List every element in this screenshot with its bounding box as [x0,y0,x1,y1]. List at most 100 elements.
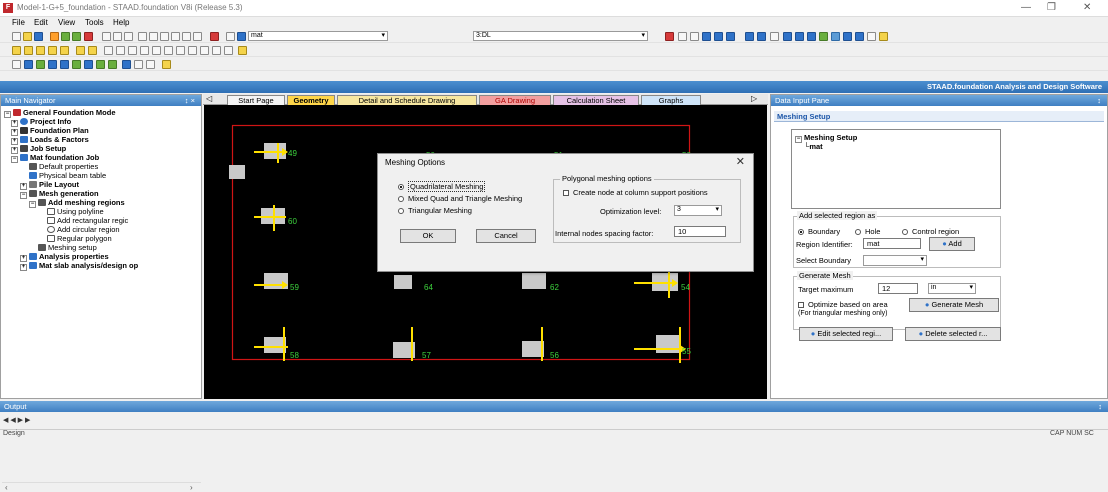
tree-item-mesh-generation[interactable]: − Mesh generation [20,189,99,199]
tree-item-job-setup[interactable]: + Job Setup [11,144,66,154]
radio-boundary[interactable]: Boundary [798,227,840,236]
menu-view[interactable]: View [58,18,75,27]
tree-child-mat[interactable]: └mat [804,142,823,151]
create-node-checkbox[interactable]: Create node at column support positions [563,188,708,197]
chart-3-icon[interactable] [807,32,816,41]
radio-hole[interactable]: Hole [855,227,880,236]
report-icon[interactable] [162,60,171,69]
beam-icon[interactable] [24,60,33,69]
scroll-left-icon[interactable]: ‹ [5,483,8,492]
paste-icon[interactable] [124,32,133,41]
circle-icon[interactable] [134,60,143,69]
tree-item-loads-factors[interactable]: + Loads & Factors [11,135,89,145]
cut-icon[interactable] [102,32,111,41]
tree-item-physical-beam-table[interactable]: Physical beam table [29,171,106,180]
tree-item-general-mode[interactable]: − General Foundation Mode [4,108,116,118]
tree-item-add-circular-region[interactable]: Add circular region [47,225,120,234]
redo-icon[interactable] [149,32,158,41]
tree-item-mat-slab-analysis[interactable]: + Mat slab analysis/design op [20,261,138,271]
chart-2-icon[interactable] [795,32,804,41]
radio-quadrilateral[interactable]: Quadrilateral Meshing [398,181,486,192]
region-icon[interactable] [108,60,117,69]
edit-selected-region-button[interactable]: ● Edit selected regi... [799,327,893,341]
tree-item-foundation-plan[interactable]: + Foundation Plan [11,126,89,136]
check-icon[interactable] [867,32,876,41]
job-select[interactable]: mat [248,31,388,41]
shape-icon[interactable] [122,60,131,69]
tree-item-regular-polygon[interactable]: Regular polygon [47,234,112,243]
menu-edit[interactable]: Edit [34,18,48,27]
view-tool-5-icon[interactable] [714,32,723,41]
dialog-close-icon[interactable]: ✕ [736,155,745,168]
new-file-icon[interactable] [12,32,21,41]
radio-mixed-quad-triangle[interactable]: Mixed Quad and Triangle Meshing [398,194,522,203]
line-icon[interactable] [770,32,779,41]
view-side-icon[interactable] [48,46,57,55]
mat-icon[interactable] [237,32,246,41]
rotate-x-icon[interactable] [104,46,113,55]
print-preview-icon[interactable] [171,32,180,41]
pan-icon[interactable] [224,46,233,55]
rotate-z-icon[interactable] [128,46,137,55]
tab-scroll-left-icon[interactable]: ◁ [206,94,212,103]
view-tool-icon[interactable] [665,32,674,41]
scroll-right-icon[interactable]: › [190,483,193,492]
delete-icon[interactable] [84,32,93,41]
print-icon[interactable] [160,32,169,41]
menu-tools[interactable]: Tools [85,18,104,27]
ok-button[interactable]: OK [400,229,456,243]
select-boundary-dropdown[interactable] [863,255,927,266]
zoom-out-icon[interactable] [188,46,197,55]
unit-select[interactable]: in [928,283,976,294]
add-region-button[interactable]: ● Add [929,237,975,251]
tab-ga-drawing[interactable]: GA Drawing [479,95,551,105]
plate-icon[interactable] [60,60,69,69]
pile-icon[interactable] [96,60,105,69]
view-back-icon[interactable] [60,46,69,55]
rotate-y-icon[interactable] [116,46,125,55]
spacing-factor-input[interactable]: 10 [674,226,726,237]
select-icon[interactable] [12,60,21,69]
cancel-button[interactable]: Cancel [476,229,536,243]
view-top-icon[interactable] [24,46,33,55]
loadcase-select[interactable]: 3:DL [473,31,648,41]
zoom-window-icon[interactable] [182,32,191,41]
minimize-icon[interactable]: — [1021,2,1031,13]
tree-item-add-meshing-regions[interactable]: − Add meshing regions [29,198,125,208]
copy-icon[interactable] [113,32,122,41]
target-maximum-input[interactable]: 12 [878,283,918,294]
restore-icon[interactable]: ❐ [1047,2,1056,13]
table-view-icon[interactable] [843,32,852,41]
tree-item-using-polyline[interactable]: Using polyline [47,207,104,216]
tab-graphs[interactable]: Graphs [641,95,701,105]
view-tool-3-icon[interactable] [690,32,699,41]
tree-item-analysis-properties[interactable]: + Analysis properties [20,252,109,262]
zoom-extents-icon[interactable] [200,46,209,55]
table-icon[interactable] [72,32,81,41]
tab-geometry[interactable]: Geometry [287,95,335,105]
chart-4-icon[interactable] [819,32,828,41]
chart-icon[interactable] [783,32,792,41]
view-left-icon[interactable] [88,46,97,55]
generate-mesh-button[interactable]: ● Generate Mesh [909,298,999,312]
mesh-icon[interactable] [84,60,93,69]
rotate-y2-icon[interactable] [152,46,161,55]
save-icon[interactable] [34,32,43,41]
output-pin-icon[interactable]: ↕ [1098,401,1102,412]
view-tool-2-icon[interactable] [678,32,687,41]
help-icon[interactable] [226,32,235,41]
table-view-2-icon[interactable] [855,32,864,41]
tree-item-pile-layout[interactable]: + Pile Layout [20,180,79,190]
support-icon[interactable] [48,60,57,69]
meshing-setup-tab[interactable]: Meshing Setup [774,111,1104,122]
axis-2-icon[interactable] [757,32,766,41]
tree-item-add-rectangular-region[interactable]: Add rectangular regic [47,216,128,225]
axis-icon[interactable] [745,32,754,41]
tree-item-mat-job[interactable]: − Mat foundation Job [11,153,99,163]
tab-scroll-right-icon[interactable]: ▷ [751,94,757,103]
grid-icon[interactable] [61,32,70,41]
rect-icon[interactable] [146,60,155,69]
tab-calculation-sheet[interactable]: Calculation Sheet [553,95,639,105]
navigator-pin-icon[interactable]: ↕ × [185,95,195,106]
display-icon[interactable] [238,46,247,55]
